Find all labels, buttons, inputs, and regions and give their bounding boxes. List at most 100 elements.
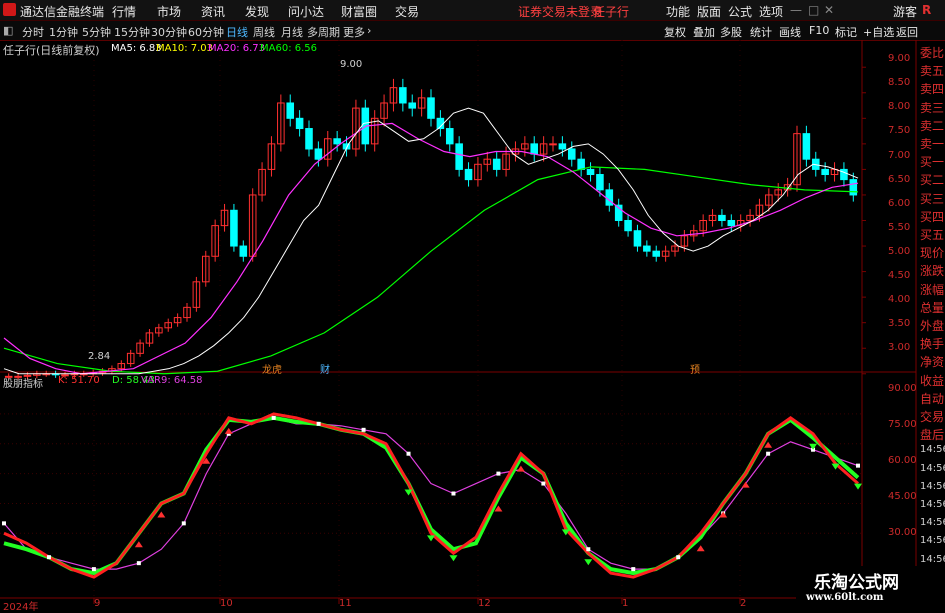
period-fenshi[interactable]: 分时 [22,24,44,40]
candle-body [652,250,661,257]
menu-item-xuanxiang[interactable]: 选项 [759,3,783,20]
quote-panel-item[interactable]: 买四 [920,208,944,225]
menu-item-wenxiaoda[interactable]: 问小达 [288,3,324,20]
high-price-label: 9.00 [340,59,363,70]
quote-panel-item[interactable]: 外盘 [920,317,944,334]
quote-panel-item[interactable]: 现价 [920,244,944,261]
period-1min[interactable]: 1分钟 [49,24,78,40]
menu-item-faxian[interactable]: 发现 [245,3,269,20]
var9-marker [496,471,501,476]
btn-add-watchlist[interactable]: +自选 [863,24,894,40]
quote-panel-item[interactable]: 委比 [920,44,944,61]
candle-body [286,102,295,119]
btn-huaxian[interactable]: 画线 [779,24,801,40]
candle-body [305,128,313,150]
quote-panel-item[interactable]: 14:56 [920,499,945,510]
period-weekly[interactable]: 周线 [253,24,275,40]
quote-panel-item[interactable]: 14:56 [920,444,945,455]
buy-arrow-icon [696,545,705,552]
btn-fuquan[interactable]: 复权 [664,24,686,40]
period-toolbar: ◧ 分时 1分钟 5分钟 15分钟 30分钟 60分钟 日线 周线 月线 多周期… [0,21,945,41]
btn-biaoji[interactable]: 标记 [835,24,857,40]
quote-panel-item[interactable]: 涨幅 [920,281,944,298]
quote-panel-item[interactable]: 买一 [920,153,944,170]
price-chart[interactable] [0,40,945,609]
period-multi[interactable]: 多周期 [307,24,340,40]
quote-panel-item[interactable]: 涨跌 [920,262,944,279]
event-tag-longhu[interactable]: 龙虎 [262,361,282,376]
var9-marker [91,567,96,572]
menu-item-zixun[interactable]: 资讯 [201,3,225,20]
period-30min[interactable]: 30分钟 [151,24,187,40]
x-tick: 2024年 [3,602,39,613]
event-tag-cai[interactable]: 财 [320,361,330,376]
y-tick: 6.50 [888,174,911,185]
btn-duogu[interactable]: 多股 [720,24,742,40]
watermark-title: 乐淘公式网 [814,573,899,593]
y-tick: 8.00 [888,101,911,112]
quote-panel-item[interactable]: 卖二 [920,117,944,134]
close-icon[interactable]: ✕ [824,3,834,17]
quote-panel-item[interactable]: 卖一 [920,135,944,152]
menu-item-gongshi[interactable]: 公式 [728,3,752,20]
menu-item-jiaoyi[interactable]: 交易 [395,3,419,20]
maximize-icon[interactable]: □ [808,3,819,17]
period-15min[interactable]: 15分钟 [114,24,150,40]
btn-return[interactable]: 返回 [896,24,918,40]
menu-item-gongneng[interactable]: 功能 [666,3,690,20]
sell-arrow-icon [449,555,458,562]
sell-arrow-icon [427,535,435,542]
x-tick: 12 [478,598,491,609]
sell-arrow-icon [584,559,593,566]
y-tick: 4.50 [888,270,911,281]
menu-item-caifuquan[interactable]: 财富圈 [341,3,377,20]
quote-panel-item[interactable]: 买三 [920,190,944,207]
var9-marker [766,451,771,456]
period-monthly[interactable]: 月线 [281,24,303,40]
x-tick: 10 [220,598,233,609]
quote-panel-item[interactable]: 交易 [920,408,944,425]
quote-panel-item[interactable]: 总量 [920,299,944,316]
period-5min[interactable]: 5分钟 [82,24,111,40]
quote-panel-item[interactable]: 净资 [920,353,944,370]
quote-panel-item[interactable]: 换手 [920,335,944,352]
menu-item-banmian[interactable]: 版面 [697,3,721,20]
menu-item-shichang[interactable]: 市场 [157,3,181,20]
minimize-icon[interactable]: — [790,3,802,17]
quote-panel-item[interactable]: 14:56 [920,535,945,546]
candle-body [445,128,454,145]
chart-grid [0,40,917,604]
candle-body [530,143,539,155]
btn-tongji[interactable]: 统计 [750,24,772,40]
var9-marker [271,415,276,420]
quote-panel-item[interactable]: 买二 [920,171,944,188]
period-daily[interactable]: 日线 [226,24,248,40]
quote-panel-item[interactable]: 收益 [920,372,944,389]
candle-body [596,174,604,191]
candle-body [840,168,848,181]
quote-panel-item[interactable]: 盘后 [920,426,944,443]
btn-f10[interactable]: F10 [809,24,829,37]
menu-item-hangqing[interactable]: 行情 [112,3,136,20]
quote-panel-item[interactable]: 卖五 [920,62,944,79]
login-status[interactable]: 证券交易未登录 [518,3,602,20]
quote-panel-item[interactable]: 卖三 [920,99,944,116]
quote-panel-item[interactable]: 卖四 [920,80,944,97]
btn-diejia[interactable]: 叠加 [693,24,715,40]
candle-body [558,143,567,150]
quote-panel-item[interactable]: 自动 [920,390,944,407]
toggle-panel-icon[interactable]: ◧ [3,24,13,37]
quote-panel-item[interactable]: 14:56 [920,463,945,474]
event-tag-yu[interactable]: 预 [690,361,700,376]
quote-panel-item[interactable]: 14:56 [920,481,945,492]
var9-marker [631,567,636,572]
chevron-right-icon[interactable]: › [367,24,371,37]
quote-panel-item[interactable]: 14:56 [920,517,945,528]
period-60min[interactable]: 60分钟 [188,24,224,40]
var9-marker [181,521,186,526]
quote-panel-item[interactable]: 14:56 [920,554,945,565]
var9-marker [46,555,51,560]
period-more[interactable]: 更多 [343,24,365,40]
quote-panel-item[interactable]: 买五 [920,226,944,243]
guest-label[interactable]: 游客 [893,3,917,20]
